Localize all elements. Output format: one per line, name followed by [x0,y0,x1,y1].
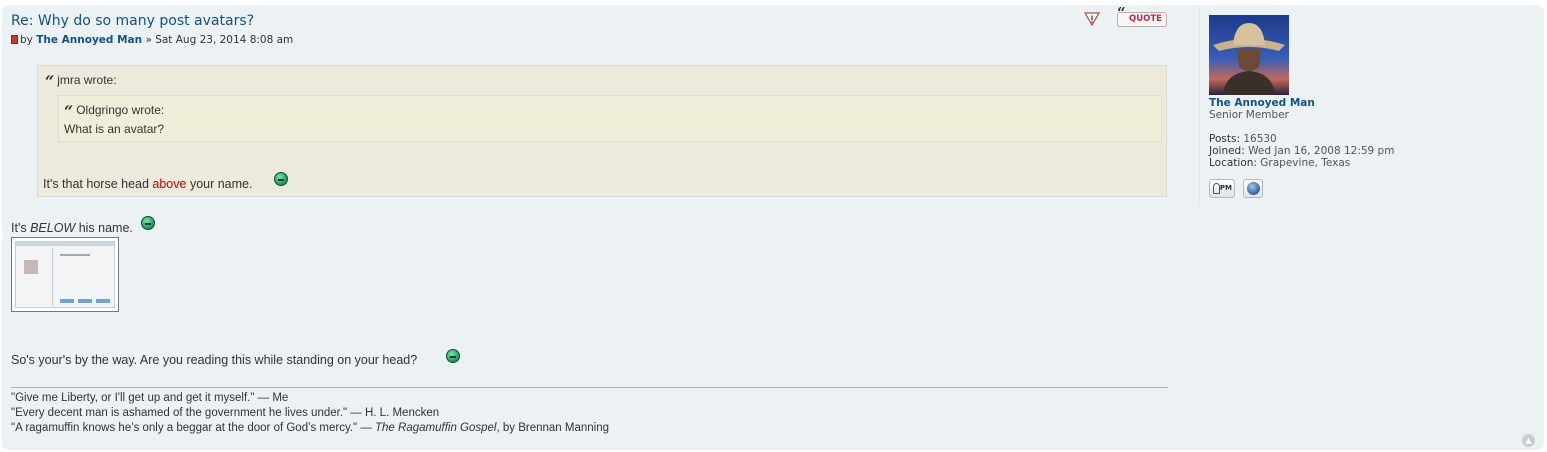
joined-value: Wed Jan 16, 2008 12:59 pm [1248,145,1395,157]
quote-mark-icon: “ [45,72,55,91]
quote-cite: “jmra wrote: [45,72,117,91]
posts-label: Posts: [1209,133,1240,145]
signature-line-3-em: The Ragamuffin Gospel [375,422,497,434]
post-profile: The Annoyed Man Senior Member Posts: 165… [1199,5,1540,205]
line1-after: his name. [75,221,133,235]
profile-rank: Senior Member [1209,109,1289,121]
joined-label: Joined: [1209,145,1245,157]
smiley-icon [446,349,460,363]
signature: "Give me Liberty, or I'll get up and get… [11,387,1168,436]
location-value: Grapevine, Texas [1260,157,1351,169]
quote-reply: It's that horse head above your name. [43,177,252,191]
nested-quote-cite: “Oldgringo wrote: [64,102,164,121]
post-line-1: It's BELOW his name. [11,221,133,235]
signature-line-3: "A ragamuffin knows he’s only a beggar a… [11,421,1168,436]
forum-post: Re: Why do so many post avatars? by The … [2,5,1544,450]
signature-line-2: "Every decent man is ashamed of the gove… [11,407,440,419]
profile-username[interactable]: The Annoyed Man [1209,97,1315,109]
pm-button[interactable]: PM [1209,179,1235,198]
avatar[interactable] [1209,15,1289,95]
line1-before: It's [11,221,31,235]
attached-screenshot[interactable] [11,237,119,312]
nested-cite-text: Oldgringo wrote: [76,103,165,117]
nested-quote-text: What is an avatar? [64,122,165,136]
quote-mark-icon: “ [64,102,74,121]
pm-icon [1213,183,1220,194]
blockquote: “jmra wrote: “Oldgringo wrote: What is a… [37,65,1167,197]
grin-icon [141,216,155,230]
reply-text-before: It's that horse head [43,177,153,191]
location-label: Location: [1209,157,1257,169]
reply-highlight: above [152,177,187,191]
pm-label: PM [1219,184,1232,192]
post-line-2: So's your's by the way. Are you reading … [11,353,418,367]
nested-blockquote: “Oldgringo wrote: What is an avatar? [58,95,1162,142]
globe-icon [1247,182,1260,195]
reply-text-after: your name. [186,177,253,191]
signature-line-1: "Give me Liberty, or I'll get up and get… [11,392,289,404]
post-body: Re: Why do so many post avatars? by The … [11,5,1171,450]
signature-line-3-after: , by Brennan Manning [496,422,609,434]
profile-joined: Joined: Wed Jan 16, 2008 12:59 pm [1209,145,1394,157]
profile-location: Location: Grapevine, Texas [1209,157,1350,169]
posts-value[interactable]: 16530 [1243,133,1276,145]
website-button[interactable] [1243,179,1263,198]
line1-emphasis: BELOW [30,221,76,235]
profile-posts: Posts: 16530 [1209,133,1277,145]
signature-line-3-before: "A ragamuffin knows he’s only a beggar a… [11,422,376,434]
smiley-icon [274,172,288,186]
back-to-top-icon[interactable]: ▲ [1522,434,1535,447]
quote-cite-text: jmra wrote: [57,73,117,87]
post-content: “jmra wrote: “Oldgringo wrote: What is a… [11,5,1171,450]
